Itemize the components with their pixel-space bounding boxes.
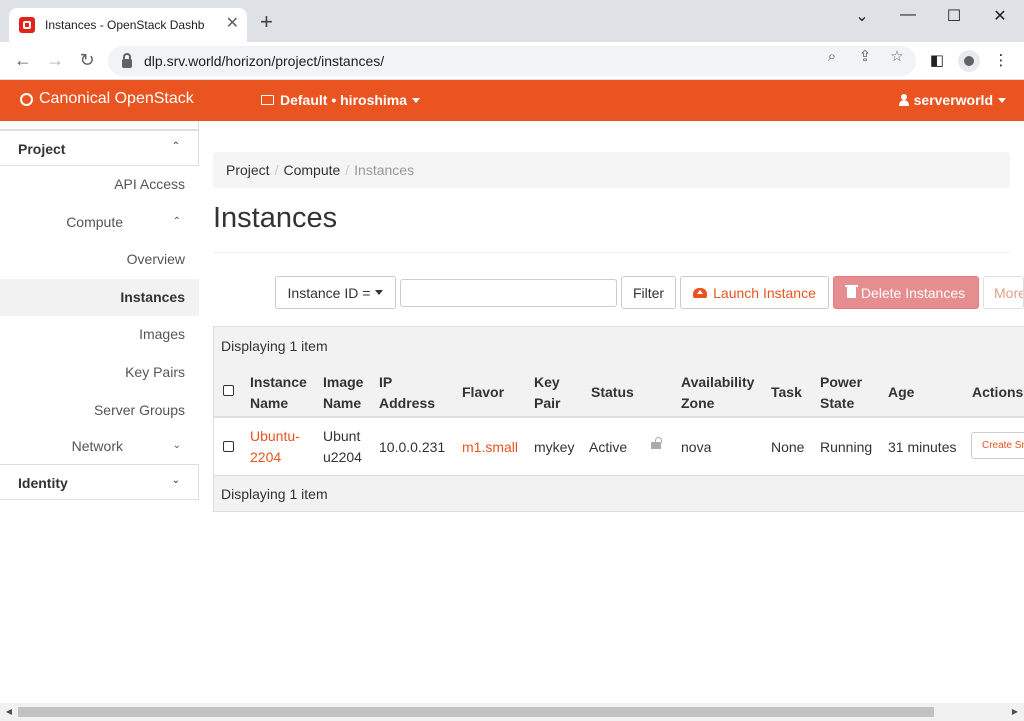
breadcrumb-separator: /: [345, 162, 350, 178]
filter-field-select[interactable]: Instance ID =: [275, 276, 396, 309]
more-actions-button[interactable]: More: [983, 276, 1024, 309]
trash-icon: [844, 285, 858, 298]
browser-tabstrip: Instances - OpenStack Dashboard ✕ + ⌄ — …: [0, 0, 1024, 42]
image-name-cell: Ubunt u2204: [323, 428, 362, 465]
breadcrumb-project[interactable]: Project: [226, 162, 270, 178]
breadcrumb-current: Instances: [354, 162, 415, 178]
instances-table: Displaying 1 item Instance Name Image Na…: [213, 326, 1024, 512]
side-panel-icon[interactable]: ◧: [927, 52, 947, 70]
flavor-link[interactable]: m1.small: [462, 437, 518, 458]
header-task[interactable]: Task: [771, 382, 802, 403]
tab-title: Instances - OpenStack Dashboard: [45, 18, 205, 32]
table-row: Ubuntu- 2204 Ubunt u2204 10.0.0.231 m1.s…: [214, 418, 1024, 476]
table-caption: Displaying 1 item: [214, 327, 1024, 363]
header-age[interactable]: Age: [888, 382, 914, 403]
sidebar-item-overview[interactable]: Overview: [0, 241, 199, 278]
horizon-topbar: Canonical OpenStack Default • hiroshima …: [0, 80, 1024, 121]
caret-down-icon: [412, 97, 421, 103]
sidebar-group-identity[interactable]: Identity ⌄: [0, 464, 199, 500]
openstack-favicon-icon: [19, 17, 35, 33]
chevron-up-icon: ⌃: [172, 216, 181, 227]
page-title: Instances: [213, 202, 338, 234]
status-cell: Active: [589, 439, 628, 455]
unlock-icon[interactable]: [651, 437, 662, 449]
lock-icon: [122, 52, 132, 68]
title-divider: [213, 252, 1010, 253]
chevron-down-icon: ⌄: [171, 475, 180, 486]
table-footer: Displaying 1 item: [214, 476, 1024, 511]
browser-menu-icon[interactable]: ⋮: [991, 52, 1011, 70]
sidebar-item-images[interactable]: Images: [0, 316, 199, 353]
launch-instance-button[interactable]: Launch Instance: [680, 276, 829, 309]
user-menu[interactable]: serverworld: [898, 92, 1006, 108]
key-pair-cell: mykey: [534, 439, 575, 455]
caret-down-icon: [375, 290, 384, 295]
project-selector[interactable]: Default • hiroshima: [261, 92, 421, 108]
breadcrumb: Project / Compute / Instances: [213, 152, 1010, 188]
header-power-state[interactable]: Power State: [820, 372, 862, 414]
filter-input[interactable]: [400, 279, 617, 307]
row-checkbox[interactable]: [223, 441, 234, 452]
horizontal-scrollbar[interactable]: ◀ ▶: [0, 703, 1024, 721]
sidebar-item-key-pairs[interactable]: Key Pairs: [0, 354, 199, 391]
sidebar-group-compute[interactable]: Compute ⌃: [0, 204, 199, 240]
forward-icon[interactable]: →: [44, 50, 66, 70]
maximize-icon[interactable]: ☐: [939, 6, 969, 26]
address-bar[interactable]: dlp.srv.world/horizon/project/instances/: [108, 46, 916, 76]
minimize-icon[interactable]: —: [893, 6, 923, 24]
header-image-name[interactable]: Image Name: [323, 372, 363, 414]
chevron-up-icon: ⌃: [171, 141, 180, 152]
reload-icon[interactable]: ↻: [76, 50, 98, 70]
close-tab-icon[interactable]: ✕: [226, 16, 239, 32]
delete-instances-button[interactable]: Delete Instances: [833, 276, 979, 309]
header-ip-address[interactable]: IP Address: [379, 372, 435, 414]
table-header: Instance Name Image Name IP Address Flav…: [214, 363, 1024, 418]
zoom-icon[interactable]: ⌕: [823, 49, 841, 65]
user-icon: [898, 94, 909, 106]
bookmark-star-icon[interactable]: ☆: [888, 49, 906, 65]
task-cell: None: [771, 439, 805, 455]
scrollbar-thumb[interactable]: [18, 707, 934, 717]
sidebar-item-api-access[interactable]: API Access: [0, 166, 199, 203]
header-instance-name[interactable]: Instance Name: [250, 372, 307, 414]
ip-address-cell: 10.0.0.231: [379, 439, 446, 455]
header-key-pair[interactable]: Key Pair: [534, 372, 560, 414]
project-folder-icon: [261, 95, 274, 105]
url-text: dlp.srv.world/horizon/project/instances/: [144, 53, 385, 69]
breadcrumb-separator: /: [274, 162, 279, 178]
sidebar-group-network[interactable]: Network ⌄: [0, 428, 199, 464]
select-all-checkbox[interactable]: [223, 385, 234, 396]
chevron-down-icon: ⌄: [172, 440, 181, 451]
sidebar-top-edge: [0, 121, 199, 130]
brand-logo[interactable]: Canonical OpenStack: [20, 90, 194, 108]
sidebar-item-server-groups[interactable]: Server Groups: [0, 392, 199, 429]
scroll-left-icon[interactable]: ◀: [3, 707, 15, 716]
browser-toolbar: ← → ↻ dlp.srv.world/horizon/project/inst…: [0, 42, 1024, 80]
breadcrumb-compute[interactable]: Compute: [283, 162, 340, 178]
header-availability-zone[interactable]: Availability Zone: [681, 372, 754, 414]
filter-button[interactable]: Filter: [621, 276, 676, 309]
tab-search-chevron-icon[interactable]: ⌄: [847, 6, 877, 26]
window-close-icon[interactable]: ✕: [985, 6, 1015, 26]
profile-avatar-icon[interactable]: [958, 50, 980, 72]
header-flavor[interactable]: Flavor: [462, 382, 504, 403]
instance-name-link[interactable]: Ubuntu- 2204: [250, 426, 300, 468]
sidebar-item-instances[interactable]: Instances: [0, 279, 199, 316]
header-actions: Actions: [972, 384, 1024, 400]
power-state-cell: Running: [820, 439, 873, 455]
cloud-upload-icon: [693, 287, 708, 298]
sidebar: Project ⌃ API Access Compute ⌃ Overview …: [0, 121, 199, 501]
sidebar-group-project[interactable]: Project ⌃: [0, 130, 199, 166]
age-cell: 31 minutes: [888, 439, 957, 455]
availability-zone-cell: nova: [681, 439, 712, 455]
canonical-logo-icon: [20, 92, 33, 106]
share-icon[interactable]: ⇪: [856, 49, 874, 65]
scroll-right-icon[interactable]: ▶: [1009, 707, 1021, 716]
new-tab-icon[interactable]: +: [260, 11, 273, 33]
header-status[interactable]: Status: [591, 382, 634, 403]
back-icon[interactable]: ←: [12, 50, 34, 70]
caret-down-icon: [998, 97, 1006, 103]
browser-tab[interactable]: Instances - OpenStack Dashboard ✕: [9, 8, 247, 42]
create-snapshot-button[interactable]: Create Snapshot: [971, 432, 1024, 459]
